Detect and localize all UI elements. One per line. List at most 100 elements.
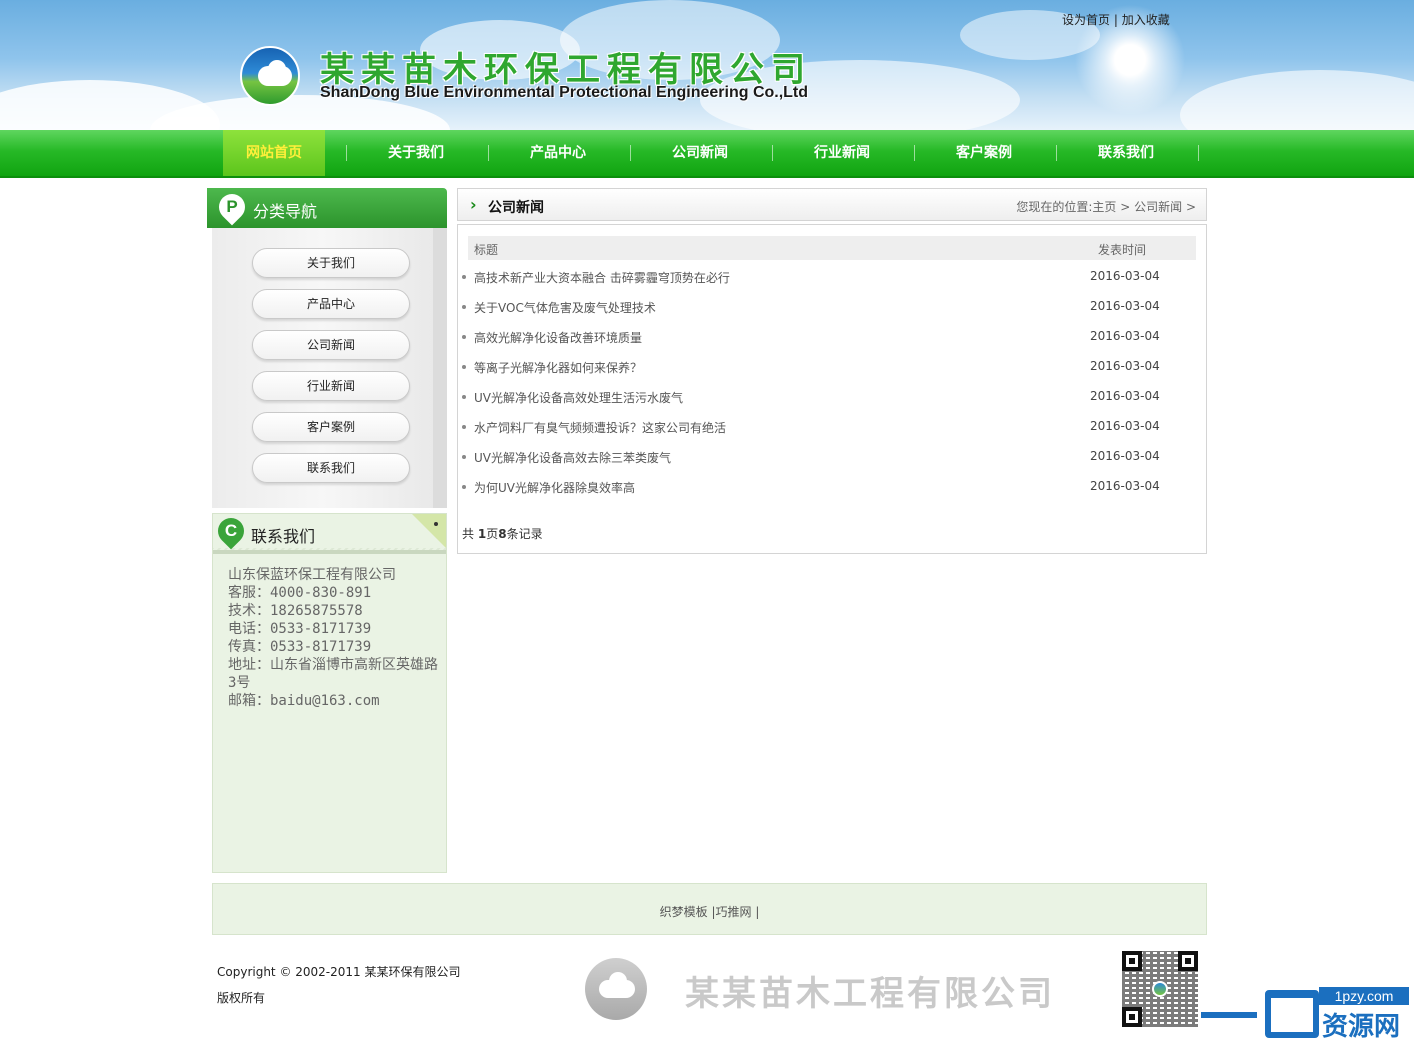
footer-logo-icon — [585, 958, 647, 1020]
sidebar-item-about[interactable]: 关于我们 — [252, 248, 410, 278]
news-title-link[interactable]: 为何UV光解净化器除臭效率高 — [474, 479, 635, 496]
pagination-info: 共 1页8条记录 — [462, 527, 543, 541]
contact-tech: 技术：18265875578 — [228, 603, 363, 619]
main-nav: 网站首页 关于我们 产品中心 公司新闻 行业新闻 客户案例 联系我们 — [0, 130, 1414, 178]
bullet-icon — [462, 425, 466, 429]
top-links-separator: | — [1113, 13, 1118, 27]
sidebar-item-industry-news[interactable]: 行业新闻 — [252, 371, 410, 401]
news-title-link[interactable]: UV光解净化设备高效处理生活污水废气 — [474, 389, 683, 406]
qr-code-icon — [1122, 951, 1198, 1027]
news-title-link[interactable]: 等离子光解净化器如何来保养？ — [474, 359, 642, 376]
contact-email: 邮箱：baidu@163.com — [228, 693, 380, 709]
bullet-icon — [462, 305, 466, 309]
breadcrumb-separator: > — [1116, 200, 1135, 214]
table-row: 为何UV光解净化器除臭效率高 2016-03-04 — [462, 473, 1192, 503]
bullet-icon — [462, 365, 466, 369]
news-title-link[interactable]: 关于VOC气体危害及废气处理技术 — [474, 299, 656, 316]
news-date: 2016-03-04 — [1090, 359, 1160, 373]
table-row: 高技术新产业大资本融合 击碎雾霾穹顶势在必行 2016-03-04 — [462, 263, 1192, 293]
footer-company-name: 某某苗木工程有限公司 — [685, 974, 1055, 1014]
add-favorite-link[interactable]: 加入收藏 — [1122, 13, 1170, 27]
friend-link-qiaotui[interactable]: 巧推网 — [716, 905, 752, 919]
contact-service: 客服：4000-830-891 — [228, 585, 372, 601]
contact-pin-icon: C — [212, 512, 250, 550]
nav-item-products[interactable]: 产品中心 — [507, 130, 609, 176]
nav-item-company-news[interactable]: 公司新闻 — [649, 130, 751, 176]
main-header: › 公司新闻 您现在的位置:主页 > 公司新闻 > — [457, 188, 1207, 221]
sidebar-item-products[interactable]: 产品中心 — [252, 289, 410, 319]
breadcrumb-home[interactable]: 主页 — [1092, 200, 1116, 214]
table-row: UV光解净化设备高效去除三苯类废气 2016-03-04 — [462, 443, 1192, 473]
watermark-text: 资源网 — [1322, 1012, 1401, 1042]
rights-text: 版权所有 — [217, 991, 266, 1005]
nav-item-industry-news[interactable]: 行业新闻 — [791, 130, 893, 176]
contact-address: 地址：山东省淄博市高新区英雄路3号 — [228, 657, 438, 691]
corner-fold-icon — [412, 514, 446, 548]
category-pin-icon: P — [213, 188, 251, 226]
nav-item-cases[interactable]: 客户案例 — [933, 130, 1035, 176]
nav-item-contact[interactable]: 联系我们 — [1075, 130, 1177, 176]
record-count: 8 — [498, 527, 507, 541]
sidebar-item-contact[interactable]: 联系我们 — [252, 453, 410, 483]
company-logo-icon[interactable] — [240, 46, 300, 106]
nav-item-home[interactable]: 网站首页 — [223, 130, 325, 176]
table-row: UV光解净化设备高效处理生活污水废气 2016-03-04 — [462, 383, 1192, 413]
category-nav-body: 关于我们 产品中心 公司新闻 行业新闻 客户案例 联系我们 — [212, 228, 447, 508]
friend-link-dedecms[interactable]: 织梦模板 — [660, 905, 708, 919]
nav-separator — [346, 145, 347, 161]
column-header-title: 标题 — [474, 243, 499, 257]
page-title: 公司新闻 — [488, 200, 544, 216]
breadcrumb-separator: > — [1182, 200, 1196, 214]
sidebar-item-company-news[interactable]: 公司新闻 — [252, 330, 410, 360]
breadcrumb-current[interactable]: 公司新闻 — [1134, 200, 1182, 214]
page-count: 1 — [477, 527, 487, 541]
contact-panel-title: 联系我们 — [251, 527, 316, 546]
contact-panel: C 联系我们 山东保蓝环保工程有限公司 客服：4000-830-891 技术：1… — [212, 512, 447, 873]
contact-phone: 电话：0533-8171739 — [228, 621, 372, 637]
table-row: 关于VOC气体危害及废气处理技术 2016-03-04 — [462, 293, 1192, 323]
table-row: 等离子光解净化器如何来保养？ 2016-03-04 — [462, 353, 1192, 383]
category-nav-title: 分类导航 — [253, 202, 318, 221]
watermark-badge: 1pzy.com — [1319, 987, 1409, 1005]
nav-separator — [1198, 145, 1199, 161]
breadcrumb-prefix: 您现在的位置: — [1016, 200, 1093, 214]
chevron-right-icon: › — [470, 195, 477, 214]
corner-dot-icon — [434, 522, 438, 526]
news-date: 2016-03-04 — [1090, 299, 1160, 313]
category-nav-panel: P 分类导航 关于我们 产品中心 公司新闻 行业新闻 客户案例 联系我们 — [207, 188, 447, 508]
bullet-icon — [462, 395, 466, 399]
bullet-icon — [462, 275, 466, 279]
site-header: 设为首页 | 加入收藏 某某苗木环保工程有限公司 ShanDong Blue E… — [0, 0, 1414, 130]
table-row: 水产饲料厂有臭气频频遭投诉？这家公司有绝活 2016-03-04 — [462, 413, 1192, 443]
table-row: 高效光解净化设备改善环境质量 2016-03-04 — [462, 323, 1192, 353]
copyright-text: Copyright © 2002-2011 某某环保有限公司 — [217, 965, 461, 979]
company-name-en: ShanDong Blue Environmental Protectional… — [320, 84, 809, 101]
watermark-line — [1201, 1012, 1257, 1018]
table-header: 标题 发表时间 — [468, 236, 1196, 260]
top-links: 设为首页 | 加入收藏 — [1062, 11, 1170, 28]
nav-separator — [488, 145, 489, 161]
category-nav-header: P 分类导航 — [207, 188, 447, 228]
friend-links-bar: 织梦模板 |巧推网 | — [212, 883, 1207, 935]
contact-company: 山东保蓝环保工程有限公司 — [228, 567, 396, 583]
watermark-logo-icon — [1265, 990, 1319, 1038]
news-title-link[interactable]: 高效光解净化设备改善环境质量 — [474, 329, 642, 346]
news-date: 2016-03-04 — [1090, 449, 1160, 463]
set-homepage-link[interactable]: 设为首页 — [1062, 13, 1110, 27]
bullet-icon — [462, 455, 466, 459]
news-list-panel: 标题 发表时间 高技术新产业大资本融合 击碎雾霾穹顶势在必行 2016-03-0… — [457, 224, 1207, 554]
nav-separator — [630, 145, 631, 161]
news-date: 2016-03-04 — [1090, 389, 1160, 403]
contact-info: 山东保蓝环保工程有限公司 客服：4000-830-891 技术：18265875… — [228, 566, 443, 710]
bullet-icon — [462, 335, 466, 339]
nav-item-about[interactable]: 关于我们 — [365, 130, 467, 176]
sidebar-item-cases[interactable]: 客户案例 — [252, 412, 410, 442]
news-title-link[interactable]: 水产饲料厂有臭气频频遭投诉？这家公司有绝活 — [474, 419, 726, 436]
breadcrumb: 您现在的位置:主页 > 公司新闻 > — [1016, 198, 1196, 215]
bullet-icon — [462, 485, 466, 489]
news-title-link[interactable]: UV光解净化设备高效去除三苯类废气 — [474, 449, 671, 466]
contact-fax: 传真：0533-8171739 — [228, 639, 372, 655]
news-title-link[interactable]: 高技术新产业大资本融合 击碎雾霾穹顶势在必行 — [474, 269, 730, 286]
news-date: 2016-03-04 — [1090, 269, 1160, 283]
nav-separator — [1056, 145, 1057, 161]
